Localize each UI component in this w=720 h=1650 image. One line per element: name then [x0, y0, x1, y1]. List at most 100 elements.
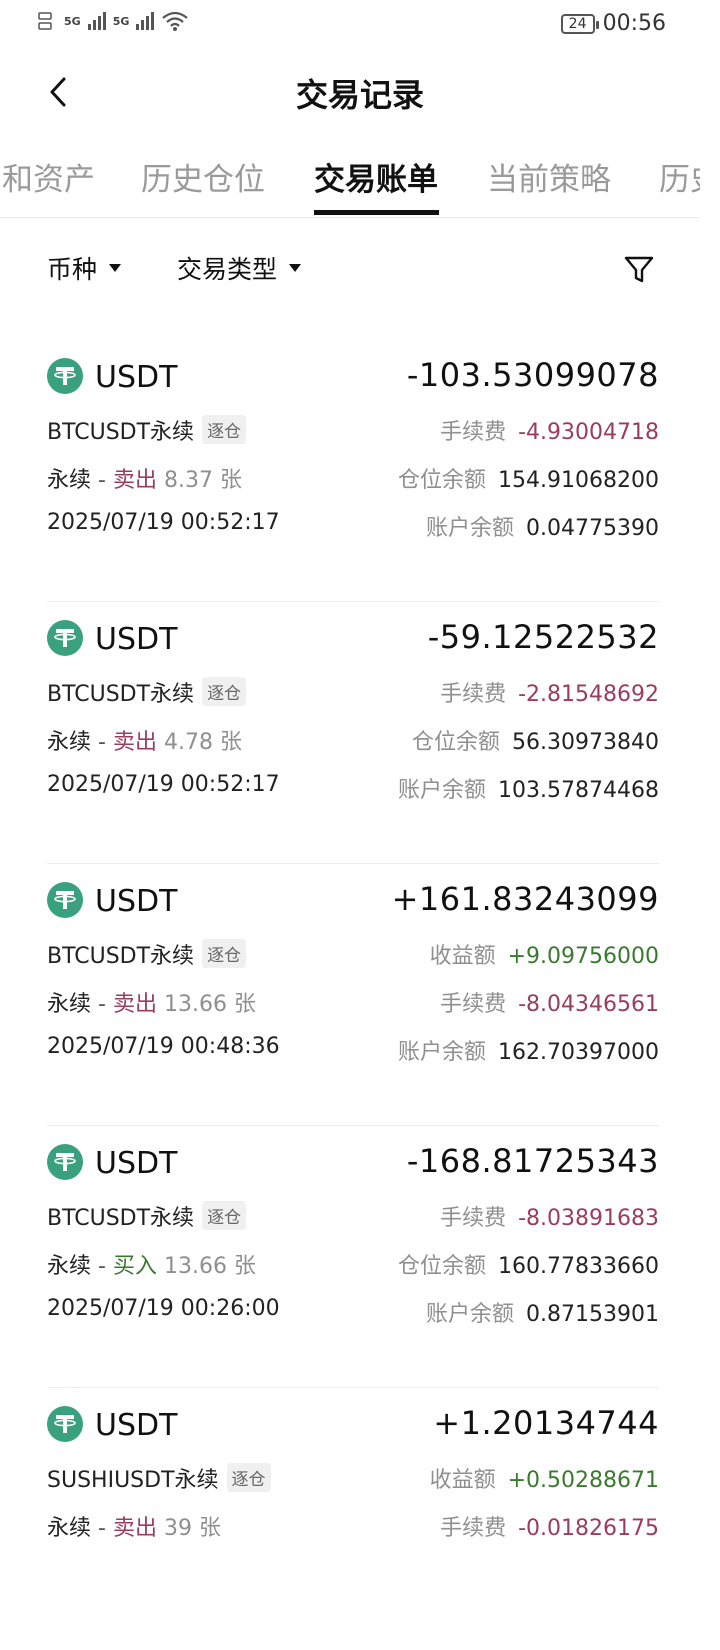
- header: 交易记录: [0, 60, 720, 124]
- list-item[interactable]: USDT -103.53099078 BTCUSDT永续 逐仓 手续费 -4.930…: [47, 340, 659, 602]
- tab-history-more[interactable]: 历史: [659, 154, 700, 199]
- coin-name: USDT: [95, 1408, 178, 1443]
- trade-side: 卖出: [112, 730, 157, 755]
- signal-indicators: 5G 5G: [38, 10, 189, 32]
- caret-down-icon: [109, 264, 122, 272]
- status-right: 24 00:56: [560, 11, 666, 36]
- tab-active-indicator: [314, 210, 439, 215]
- field-label: 仓位余额: [398, 468, 487, 493]
- field-label: 账户余额: [398, 1040, 487, 1065]
- trade-side: 卖出: [112, 468, 157, 493]
- amount: -103.53099078: [406, 356, 659, 394]
- coin-filter-label: 币种: [47, 255, 98, 284]
- trade-side: 卖出: [112, 992, 157, 1017]
- field-label: 账户余额: [426, 1302, 515, 1327]
- tab-assets[interactable]: 和资产: [2, 154, 95, 199]
- field-value: 162.70397000: [498, 1040, 659, 1065]
- trade-side: 买入: [112, 1254, 157, 1279]
- field-value: +9.09756000: [507, 944, 659, 969]
- amount: +161.83243099: [391, 880, 659, 918]
- amount: -59.12522532: [427, 618, 659, 656]
- tether-icon: [47, 1406, 83, 1442]
- field-value: -8.03891683: [518, 1206, 659, 1231]
- amount: +1.20134744: [433, 1404, 659, 1442]
- field-value: 56.30973840: [512, 730, 659, 755]
- tether-icon: [47, 1144, 83, 1180]
- timestamp: 2025/07/19 00:26:00: [47, 1296, 280, 1321]
- field-label: 手续费: [440, 1206, 507, 1231]
- type-filter-label: 交易类型: [177, 255, 278, 284]
- field-value: 154.91068200: [498, 468, 659, 493]
- margin-mode-badge: 逐仓: [202, 677, 247, 706]
- tab-current-strategy[interactable]: 当前策略: [487, 154, 611, 199]
- contract-kind: 永续: [47, 992, 92, 1017]
- coin-name: USDT: [95, 884, 178, 919]
- quantity: 4.78 张: [163, 730, 242, 755]
- margin-mode-badge: 逐仓: [202, 939, 247, 968]
- field-value: 0.04775390: [526, 516, 659, 541]
- field-label: 收益额: [429, 944, 496, 969]
- contract-kind: 永续: [47, 468, 92, 493]
- wifi-icon: [162, 11, 189, 31]
- timestamp: 2025/07/19 00:52:17: [47, 772, 280, 797]
- battery-icon: 24: [560, 13, 599, 34]
- clock: 00:56: [602, 11, 666, 36]
- list-item[interactable]: USDT +1.20134744 SUSHIUSDT永续 逐仓 收益额 +0.502…: [47, 1388, 659, 1650]
- coin-name: USDT: [95, 622, 178, 657]
- quantity: 39 张: [163, 1516, 221, 1541]
- sim-icon: [38, 12, 52, 30]
- field-label: 手续费: [440, 420, 507, 445]
- tether-icon: [47, 358, 83, 394]
- contract-kind: 永续: [47, 730, 92, 755]
- pair-name: BTCUSDT永续: [47, 682, 195, 707]
- coin-filter-dropdown[interactable]: 币种: [47, 250, 122, 286]
- type-filter-dropdown[interactable]: 交易类型: [177, 250, 302, 286]
- timestamp: 2025/07/19 00:52:17: [47, 510, 280, 535]
- field-value: 160.77833660: [498, 1254, 659, 1279]
- filter-bar: 币种 交易类型: [0, 250, 720, 300]
- margin-mode-badge: 逐仓: [202, 415, 247, 444]
- tether-icon: [47, 882, 83, 918]
- field-label: 收益额: [429, 1468, 496, 1493]
- field-label: 账户余额: [398, 778, 487, 803]
- tab-bar: 和资产 历史仓位 交易账单 当前策略 历史: [0, 148, 700, 218]
- network-label-2: 5G: [112, 14, 130, 28]
- field-value: -0.01826175: [518, 1516, 659, 1541]
- timestamp: 2025/07/19 00:48:36: [47, 1034, 280, 1059]
- status-bar: 5G 5G 24 00:56: [0, 0, 720, 50]
- coin-name: USDT: [95, 360, 178, 395]
- field-label: 手续费: [440, 992, 507, 1017]
- field-label: 手续费: [440, 1516, 507, 1541]
- signal-icon: [136, 12, 155, 30]
- pair-name: BTCUSDT永续: [47, 420, 195, 445]
- coin-name: USDT: [95, 1146, 178, 1181]
- trade-side: 卖出: [112, 1516, 157, 1541]
- field-value: 0.87153901: [526, 1302, 659, 1327]
- record-list: USDT -103.53099078 BTCUSDT永续 逐仓 手续费 -4.930…: [47, 340, 659, 1650]
- list-item[interactable]: USDT +161.83243099 BTCUSDT永续 逐仓 收益额 +9.097…: [47, 864, 659, 1126]
- list-item[interactable]: USDT -168.81725343 BTCUSDT永续 逐仓 手续费 -8.038…: [47, 1126, 659, 1388]
- field-label: 手续费: [440, 682, 507, 707]
- tab-history-positions[interactable]: 历史仓位: [141, 154, 265, 199]
- list-item[interactable]: USDT -59.12522532 BTCUSDT永续 逐仓 手续费 -2.8154…: [47, 602, 659, 864]
- contract-kind: 永续: [47, 1254, 92, 1279]
- field-value: 103.57874468: [498, 778, 659, 803]
- margin-mode-badge: 逐仓: [226, 1463, 271, 1492]
- page-title: 交易记录: [295, 76, 424, 114]
- field-value: +0.50288671: [507, 1468, 659, 1493]
- field-value: -4.93004718: [518, 420, 659, 445]
- network-label-1: 5G: [64, 14, 81, 28]
- pair-name: BTCUSDT永续: [47, 1206, 195, 1231]
- caret-down-icon: [289, 264, 302, 272]
- pair-name: SUSHIUSDT永续: [47, 1468, 219, 1493]
- quantity: 13.66 张: [163, 992, 256, 1017]
- pair-name: BTCUSDT永续: [47, 944, 195, 969]
- field-label: 仓位余额: [412, 730, 501, 755]
- filter-funnel-icon[interactable]: [623, 254, 655, 286]
- tab-trade-bills[interactable]: 交易账单: [314, 154, 438, 199]
- amount: -168.81725343: [406, 1142, 659, 1180]
- signal-icon: [87, 12, 106, 30]
- quantity: 13.66 张: [163, 1254, 256, 1279]
- tether-icon: [47, 620, 83, 656]
- field-label: 仓位余额: [398, 1254, 487, 1279]
